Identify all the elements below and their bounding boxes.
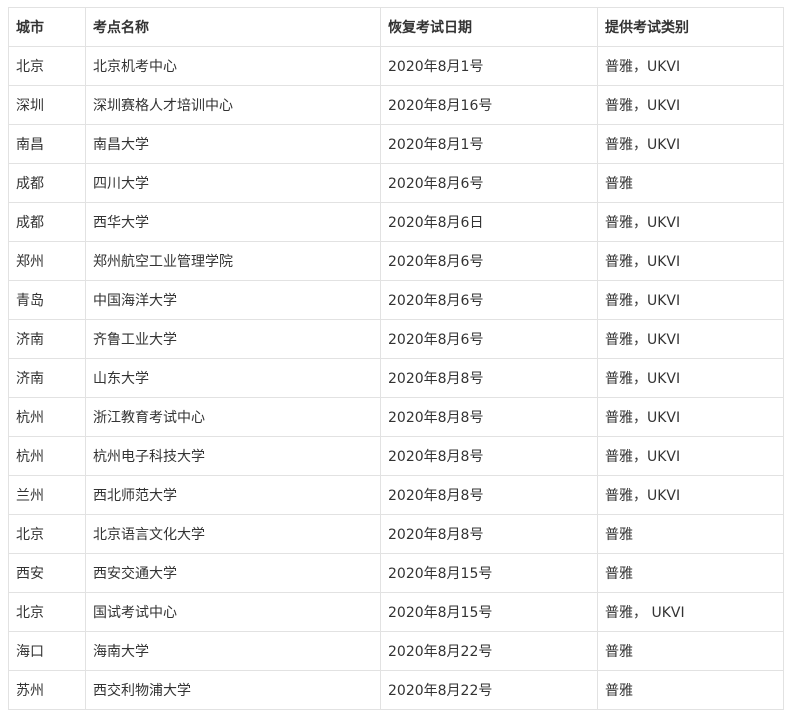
cell-center-name: 郑州航空工业管理学院 — [85, 241, 381, 281]
cell-resume-date: 2020年8月22号 — [380, 670, 598, 710]
cell-resume-date: 2020年8月8号 — [380, 436, 598, 476]
cell-resume-date: 2020年8月8号 — [380, 475, 598, 515]
exam-center-table-container: 城市 考点名称 恢复考试日期 提供考试类别 北京 北京机考中心 2020年8月1号普… — [8, 7, 784, 710]
cell-resume-date: 2020年8月6号 — [380, 280, 598, 320]
cell-exam-type: 普雅，UKVI — [597, 280, 784, 320]
cell-center-name: 北京机考中心 — [85, 46, 381, 86]
cell-resume-date: 2020年8月8号 — [380, 514, 598, 554]
cell-city: 郑州 — [8, 241, 86, 281]
cell-exam-type: 普雅，UKVI — [597, 241, 784, 281]
cell-exam-type: 普雅，UKVI — [597, 358, 784, 398]
cell-city: 南昌 — [8, 124, 86, 164]
header-resume-date: 恢复考试日期 — [380, 7, 598, 47]
table-row: 成都 四川大学 2020年8月6号 普雅 — [8, 163, 784, 203]
cell-resume-date: 2020年8月6号 — [380, 241, 598, 281]
cell-exam-type: 普雅，UKVI — [597, 46, 784, 86]
cell-center-name: 北京语言文化大学 — [85, 514, 381, 554]
exam-center-table: 城市 考点名称 恢复考试日期 提供考试类别 北京 北京机考中心 2020年8月1号普… — [8, 7, 784, 710]
cell-center-name: 中国海洋大学 — [85, 280, 381, 320]
cell-exam-type: 普雅， UKVI — [597, 592, 784, 632]
cell-city: 青岛 — [8, 280, 86, 320]
cell-city: 西安 — [8, 553, 86, 593]
table-row: 青岛 中国海洋大学 2020年8月6号 普雅，UKVI — [8, 280, 784, 320]
cell-city: 北京 — [8, 514, 86, 554]
cell-exam-type: 普雅，UKVI — [597, 202, 784, 242]
table-row: 杭州 杭州电子科技大学 2020年8月8号 普雅，UKVI — [8, 436, 784, 476]
header-center-name: 考点名称 — [85, 7, 381, 47]
cell-exam-type: 普雅 — [597, 670, 784, 710]
table-body: 北京 北京机考中心 2020年8月1号 普雅，UKVI 深圳 深圳赛格人才培训中心 2020… — [8, 46, 784, 710]
table-row: 北京 国试考试中心 2020年8月15号 普雅， UKVI — [8, 592, 784, 632]
cell-city: 杭州 — [8, 397, 86, 437]
cell-center-name: 山东大学 — [85, 358, 381, 398]
header-exam-type: 提供考试类别 — [597, 7, 784, 47]
cell-exam-type: 普雅 — [597, 553, 784, 593]
cell-city: 北京 — [8, 46, 86, 86]
cell-resume-date: 2020年8月1号 — [380, 46, 598, 86]
cell-exam-type: 普雅 — [597, 514, 784, 554]
table-row: 南昌 南昌大学 2020年8月1号 普雅，UKVI — [8, 124, 784, 164]
cell-resume-date: 2020年8月1号 — [380, 124, 598, 164]
cell-resume-date: 2020年8月22号 — [380, 631, 598, 671]
cell-center-name: 南昌大学 — [85, 124, 381, 164]
table-row: 北京 北京语言文化大学 2020年8月8号 普雅 — [8, 514, 784, 554]
table-row: 北京 北京机考中心 2020年8月1号 普雅，UKVI — [8, 46, 784, 86]
cell-center-name: 海南大学 — [85, 631, 381, 671]
cell-resume-date: 2020年8月6号 — [380, 319, 598, 359]
cell-city: 济南 — [8, 358, 86, 398]
cell-center-name: 西华大学 — [85, 202, 381, 242]
cell-resume-date: 2020年8月8号 — [380, 397, 598, 437]
cell-city: 成都 — [8, 163, 86, 203]
cell-exam-type: 普雅，UKVI — [597, 85, 784, 125]
cell-center-name: 深圳赛格人才培训中心 — [85, 85, 381, 125]
cell-city: 兰州 — [8, 475, 86, 515]
cell-center-name: 西交利物浦大学 — [85, 670, 381, 710]
cell-center-name: 四川大学 — [85, 163, 381, 203]
cell-resume-date: 2020年8月15号 — [380, 592, 598, 632]
cell-exam-type: 普雅，UKVI — [597, 124, 784, 164]
cell-exam-type: 普雅，UKVI — [597, 475, 784, 515]
table-row: 济南 齐鲁工业大学 2020年8月6号 普雅，UKVI — [8, 319, 784, 359]
cell-city: 深圳 — [8, 85, 86, 125]
cell-city: 北京 — [8, 592, 86, 632]
cell-exam-type: 普雅，UKVI — [597, 397, 784, 437]
cell-city: 杭州 — [8, 436, 86, 476]
cell-exam-type: 普雅，UKVI — [597, 436, 784, 476]
table-header-row: 城市 考点名称 恢复考试日期 提供考试类别 — [8, 7, 784, 47]
table-row: 兰州 西北师范大学 2020年8月8号 普雅，UKVI — [8, 475, 784, 515]
table-row: 海口 海南大学 2020年8月22号 普雅 — [8, 631, 784, 671]
header-city: 城市 — [8, 7, 86, 47]
table-row: 郑州 郑州航空工业管理学院 2020年8月6号 普雅，UKVI — [8, 241, 784, 281]
cell-resume-date: 2020年8月8号 — [380, 358, 598, 398]
cell-center-name: 浙江教育考试中心 — [85, 397, 381, 437]
cell-city: 济南 — [8, 319, 86, 359]
cell-center-name: 西北师范大学 — [85, 475, 381, 515]
table-row: 苏州 西交利物浦大学 2020年8月22号 普雅 — [8, 670, 784, 710]
cell-exam-type: 普雅 — [597, 631, 784, 671]
cell-exam-type: 普雅 — [597, 163, 784, 203]
cell-city: 海口 — [8, 631, 86, 671]
cell-center-name: 国试考试中心 — [85, 592, 381, 632]
table-row: 西安 西安交通大学 2020年8月15号 普雅 — [8, 553, 784, 593]
table-row: 杭州 浙江教育考试中心 2020年8月8号 普雅，UKVI — [8, 397, 784, 437]
cell-resume-date: 2020年8月6号 — [380, 163, 598, 203]
cell-center-name: 西安交通大学 — [85, 553, 381, 593]
cell-city: 成都 — [8, 202, 86, 242]
cell-city: 苏州 — [8, 670, 86, 710]
table-row: 成都 西华大学 2020年8月6日 普雅，UKVI — [8, 202, 784, 242]
cell-resume-date: 2020年8月16号 — [380, 85, 598, 125]
table-row: 深圳 深圳赛格人才培训中心 2020年8月16号 普雅，UKVI — [8, 85, 784, 125]
cell-resume-date: 2020年8月15号 — [380, 553, 598, 593]
cell-center-name: 齐鲁工业大学 — [85, 319, 381, 359]
cell-exam-type: 普雅，UKVI — [597, 319, 784, 359]
table-row: 济南 山东大学 2020年8月8号 普雅，UKVI — [8, 358, 784, 398]
cell-center-name: 杭州电子科技大学 — [85, 436, 381, 476]
cell-resume-date: 2020年8月6日 — [380, 202, 598, 242]
